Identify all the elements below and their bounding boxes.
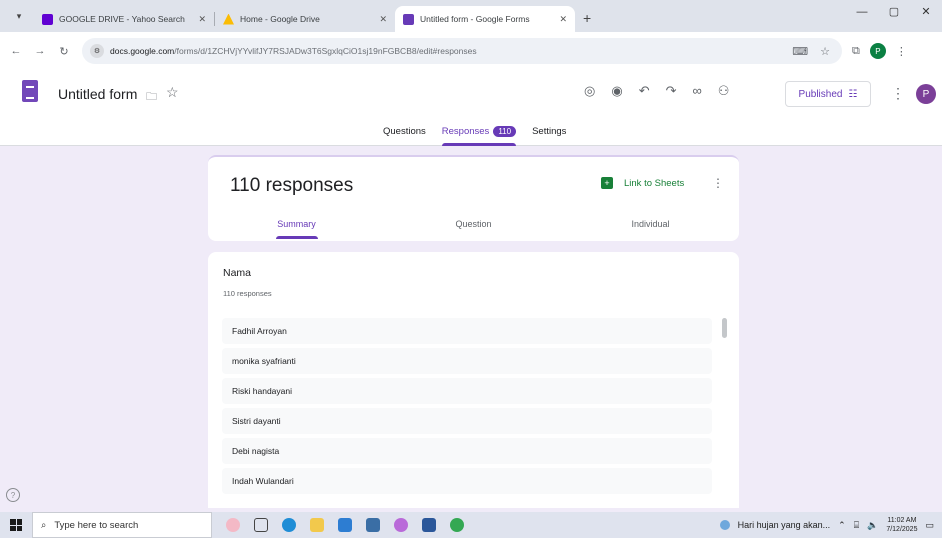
- question-response-count: 110 responses: [223, 289, 272, 298]
- forward-icon[interactable]: →: [28, 45, 52, 57]
- responses-count-badge: 110: [493, 126, 517, 137]
- help-icon[interactable]: ?: [6, 488, 20, 502]
- drive-favicon-icon: [223, 13, 234, 25]
- google-forms-logo-icon[interactable]: [22, 80, 38, 102]
- undo-icon[interactable]: ↶: [639, 83, 650, 99]
- search-icon: ⌕: [41, 519, 47, 531]
- star-icon[interactable]: ☆: [166, 84, 179, 101]
- word-icon[interactable]: [422, 518, 436, 532]
- forms-favicon-icon: [403, 13, 414, 25]
- address-bar: ← → ↻ ⚙ docs.google.com/forms/d/1ZCHVjYY…: [0, 32, 942, 70]
- copilot-icon[interactable]: [394, 518, 408, 532]
- browser-tab-strip: ▾ GOOGLE DRIVE - Yahoo Search ✕ Home - G…: [0, 0, 942, 32]
- redo-icon[interactable]: ↷: [666, 83, 677, 99]
- question-summary-card: Nama 110 responses Fadhil Arroyan monika…: [208, 252, 739, 508]
- subtab-question[interactable]: Question: [385, 219, 562, 229]
- list-item: Debi nagista: [222, 438, 712, 464]
- maximize-icon[interactable]: ▢: [878, 0, 910, 24]
- close-tab-icon[interactable]: ✕: [379, 14, 387, 25]
- tab-settings[interactable]: Settings: [532, 126, 566, 143]
- browser-tab-drive[interactable]: Home - Google Drive ✕: [215, 6, 395, 32]
- widget-icon[interactable]: [226, 518, 240, 532]
- url-input[interactable]: ⚙ docs.google.com/forms/d/1ZCHVjYYvlifJY…: [82, 38, 842, 64]
- store-icon[interactable]: [338, 518, 352, 532]
- site-info-icon[interactable]: ⚙: [90, 44, 104, 58]
- windows-taskbar: ⌕ Type here to search Hari hujan yang ak…: [0, 512, 942, 538]
- weather-text[interactable]: Hari hujan yang akan...: [738, 520, 831, 530]
- link-to-sheets-button[interactable]: Link to Sheets: [624, 178, 684, 189]
- subtab-summary[interactable]: Summary: [208, 219, 385, 229]
- answer-list-scrollbar[interactable]: [722, 318, 727, 338]
- close-window-icon[interactable]: ✕: [910, 0, 942, 24]
- taskbar-apps: [226, 518, 464, 532]
- network-icon[interactable]: ⌸: [854, 520, 859, 531]
- list-item: Sistri dayanti: [222, 408, 712, 434]
- edge-icon[interactable]: [282, 518, 296, 532]
- responses-summary-card: 110 responses + Link to Sheets ⋮ Summary…: [208, 155, 739, 241]
- tab-questions[interactable]: Questions: [383, 126, 426, 143]
- volume-icon[interactable]: 🔈: [867, 520, 878, 531]
- folder-icon[interactable]: 🗀: [146, 88, 157, 107]
- tab-search-icon[interactable]: ▾: [8, 5, 30, 27]
- taskbar-search-input[interactable]: ⌕ Type here to search: [32, 512, 212, 538]
- question-title: Nama: [223, 267, 252, 279]
- extensions-icon[interactable]: ⧉: [852, 45, 860, 58]
- list-item: Riski handayani: [222, 378, 712, 404]
- yahoo-favicon-icon: [42, 13, 53, 25]
- task-view-icon[interactable]: [254, 518, 268, 532]
- browser-menu-icon[interactable]: ⋮: [896, 45, 907, 58]
- chrome-icon[interactable]: [450, 518, 464, 532]
- tab-responses[interactable]: Responses 110: [441, 126, 517, 146]
- form-tabs: Questions Responses 110 Settings: [383, 126, 566, 146]
- settings-sliders-icon: ☷: [848, 88, 858, 100]
- tray-chevron-icon[interactable]: ⌃: [838, 520, 846, 531]
- notifications-icon[interactable]: ▭: [925, 520, 934, 531]
- bookmark-star-icon[interactable]: ☆: [820, 45, 830, 58]
- new-tab-icon[interactable]: +: [583, 10, 591, 26]
- add-collaborator-icon[interactable]: ⚇: [718, 83, 730, 99]
- file-explorer-icon[interactable]: [310, 518, 324, 532]
- minimize-icon[interactable]: —: [846, 0, 878, 24]
- weather-icon[interactable]: [719, 520, 730, 530]
- form-title[interactable]: Untitled form: [58, 86, 137, 102]
- subtab-individual[interactable]: Individual: [562, 219, 739, 229]
- responses-count-heading: 110 responses: [230, 175, 354, 196]
- responses-more-icon[interactable]: ⋮: [712, 176, 724, 190]
- close-tab-icon[interactable]: ✕: [559, 14, 567, 25]
- more-options-icon[interactable]: ⋮: [891, 85, 905, 102]
- list-item: Indah Wulandari: [222, 468, 712, 494]
- list-item: monika syafrianti: [222, 348, 712, 374]
- published-button[interactable]: Published ☷: [785, 81, 871, 107]
- link-icon[interactable]: ∞: [693, 83, 702, 99]
- account-avatar[interactable]: P: [916, 84, 936, 104]
- preview-eye-icon[interactable]: ◉: [611, 83, 622, 99]
- close-tab-icon[interactable]: ✕: [198, 14, 206, 25]
- answer-list[interactable]: Fadhil Arroyan monika syafrianti Riski h…: [222, 318, 712, 498]
- palette-icon[interactable]: ◎: [584, 83, 595, 99]
- browser-tab-forms[interactable]: Untitled form - Google Forms ✕: [395, 6, 575, 32]
- window-controls: — ▢ ✕: [846, 0, 942, 24]
- windows-start-icon[interactable]: [10, 519, 22, 531]
- reload-icon[interactable]: ↻: [52, 45, 76, 58]
- list-item: Fadhil Arroyan: [222, 318, 712, 344]
- clock[interactable]: 11:02 AM 7/12/2025: [886, 516, 917, 534]
- browser-tab-yahoo[interactable]: GOOGLE DRIVE - Yahoo Search ✕: [34, 6, 214, 32]
- app-icon[interactable]: [366, 518, 380, 532]
- system-tray: Hari hujan yang akan... ⌃ ⌸ 🔈 11:02 AM 7…: [719, 516, 942, 534]
- profile-avatar[interactable]: P: [869, 43, 886, 59]
- sheets-icon[interactable]: +: [601, 177, 613, 189]
- translate-icon[interactable]: ⌨: [792, 45, 808, 58]
- forms-header: Untitled form 🗀 ☆ ◎ ◉ ↶ ↷ ∞ ⚇ Published …: [0, 70, 942, 146]
- back-icon[interactable]: ←: [4, 45, 28, 57]
